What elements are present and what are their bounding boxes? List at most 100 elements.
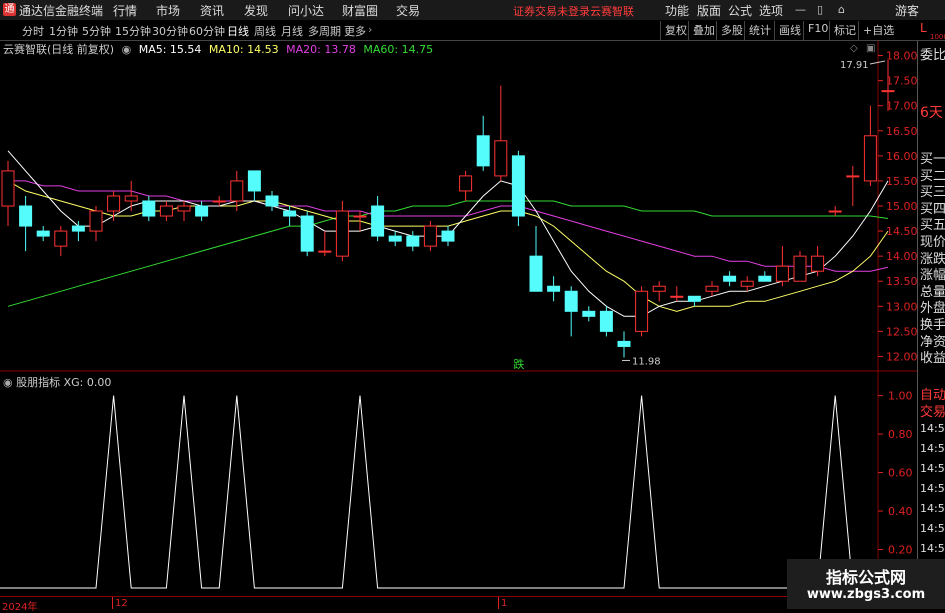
price-tick-label: 17.00: [886, 100, 917, 113]
period-fenshi[interactable]: 分时: [22, 23, 44, 39]
period-monthly[interactable]: 月线: [281, 23, 303, 39]
quote-panel: L 委比 6天 买一 买二 买三 买四 买五 现价 涨跌 涨幅 总量 外盘 换手 净资 收益 自动 交易 14…: [917, 21, 945, 609]
candle-body: [230, 180, 244, 202]
fall-marker: 跌: [513, 357, 524, 371]
menu-gongshi[interactable]: 公式: [728, 2, 752, 19]
user-label[interactable]: 游客: [895, 2, 919, 19]
menu-hangqing[interactable]: 行情: [113, 2, 137, 19]
candle-body: [441, 230, 455, 242]
price-tick-label: 15.50: [886, 175, 917, 188]
btn-fuquan[interactable]: 复权: [660, 21, 691, 40]
btn-biaoji[interactable]: 标记: [829, 21, 860, 40]
trade-login-status[interactable]: 证券交易未登录: [513, 3, 590, 19]
candle-body: [212, 200, 226, 203]
pane-maximize-icon[interactable]: ▣: [866, 43, 875, 54]
candle-body: [652, 285, 666, 292]
indicator-tick-label: 0.80: [888, 428, 913, 441]
candle-body: [881, 90, 895, 93]
price-tick-label: 14.00: [886, 250, 917, 263]
app-name: 通达信金融终端: [19, 4, 104, 18]
ma60-label: MA60: 14.75: [363, 43, 434, 56]
menu-faxian[interactable]: 发现: [244, 2, 268, 19]
btn-zixuan[interactable]: +自选: [858, 21, 898, 40]
tick-time: 14:56: [920, 482, 945, 495]
candle-body: [283, 210, 297, 217]
candle-body: [599, 310, 613, 332]
quote-label: 收益: [920, 351, 945, 367]
candle-body: [89, 210, 103, 232]
period-1min[interactable]: 1分钟: [49, 23, 78, 39]
candle-body: [335, 210, 349, 257]
menu-jiaoyi[interactable]: 交易: [396, 2, 420, 19]
menu-xuanxiang[interactable]: 选项: [759, 2, 783, 19]
watermark-title: 指标公式网: [825, 568, 906, 587]
menu-gongneng[interactable]: 功能: [665, 2, 689, 19]
candle-body: [71, 225, 85, 232]
candle-body: [529, 255, 543, 292]
candle-body: [318, 250, 332, 253]
menu-banmian[interactable]: 版面: [697, 2, 721, 19]
period-more[interactable]: 更多: [344, 23, 366, 39]
chart-legend: 云赛智联(日线 前复权) ◉ MA5: 15.54 MA10: 14.53 MA…: [3, 41, 437, 57]
period-daily[interactable]: 日线: [227, 23, 249, 39]
period-5min[interactable]: 5分钟: [82, 23, 111, 39]
level-label: L: [920, 21, 927, 35]
ma60-line: [7, 200, 889, 307]
chevron-right-icon[interactable]: ›: [368, 23, 372, 36]
indicator-tick-label: 1.00: [888, 390, 913, 403]
sub-settings-icon[interactable]: ◉: [3, 376, 13, 389]
indicator-ticks: 1.00 0.80 0.60 0.40 0.20: [878, 390, 913, 557]
help-icon[interactable]: ▯: [817, 3, 823, 16]
menu-zixun[interactable]: 资讯: [200, 2, 224, 19]
candle-body: [459, 175, 473, 192]
date-label-dec: 12: [115, 598, 128, 609]
period-15min[interactable]: 15分钟: [115, 23, 151, 39]
low-label: 11.98: [632, 356, 661, 367]
kline-chart[interactable]: 18.00 17.50 17.00 16.50 16.00 15.50 15.00 14.50…: [0, 41, 917, 596]
candle-body: [265, 195, 279, 207]
menu-caifuquan[interactable]: 财富圈: [342, 2, 378, 19]
ma10-label: MA10: 14.53: [208, 43, 279, 56]
tick-time: 14:56: [920, 422, 945, 435]
menu-wenxiaoda[interactable]: 问小达: [288, 2, 324, 19]
date-label-year: 2024年: [2, 602, 38, 613]
candle-body: [406, 235, 420, 247]
candle-body: [36, 230, 50, 237]
ma5-label: MA5: 15.54: [138, 43, 202, 56]
candle-body: [300, 215, 314, 252]
btn-f10[interactable]: F10: [803, 21, 832, 40]
period-60min[interactable]: 60分钟: [189, 23, 225, 39]
indicator-tick-label: 0.40: [888, 505, 913, 518]
candle-body: [195, 205, 209, 217]
candle-body: [353, 215, 367, 218]
price-tick-label: 14.50: [886, 225, 917, 238]
trade-label[interactable]: 交易: [920, 401, 945, 420]
btn-duogu[interactable]: 多股: [716, 21, 747, 40]
xg-line: [0, 395, 888, 589]
candle-body: [177, 205, 191, 212]
candle-body: [582, 310, 596, 317]
candle-body: [828, 210, 842, 213]
period-toolbar: 分时 1分钟 5分钟 15分钟 30分钟 60分钟 日线 周线 月线 多周期 更…: [0, 20, 945, 41]
chart-title: 云赛智联(日线 前复权): [3, 43, 115, 56]
pane-diamond-icon[interactable]: ◇: [850, 43, 858, 54]
candle-body: [371, 205, 385, 237]
period-weekly[interactable]: 周线: [254, 23, 276, 39]
period-30min[interactable]: 30分钟: [152, 23, 188, 39]
date-label-jan: 1: [501, 598, 508, 609]
menu-shichang[interactable]: 市场: [156, 2, 180, 19]
price-ticks: 18.00 17.50 17.00 16.50 16.00 15.50 15.00 14.50…: [878, 50, 917, 363]
app-logo-icon: 通: [3, 3, 16, 16]
lock-icon[interactable]: ⌂: [838, 3, 845, 16]
btn-tongji[interactable]: 统计: [744, 21, 775, 40]
ma20-label: MA20: 13.78: [286, 43, 356, 56]
minimize-icon[interactable]: —: [795, 3, 806, 16]
btn-huaxian[interactable]: 画线: [774, 21, 805, 40]
settings-icon[interactable]: ◉: [122, 43, 132, 56]
sub-legend: ◉ 股朋指标 XG: 0.00: [3, 374, 111, 390]
candle-body: [723, 275, 737, 282]
high-label: 17.91: [840, 60, 869, 71]
candle-body: [54, 230, 68, 247]
period-multi[interactable]: 多周期: [308, 23, 341, 39]
btn-diejia[interactable]: 叠加: [688, 21, 719, 40]
